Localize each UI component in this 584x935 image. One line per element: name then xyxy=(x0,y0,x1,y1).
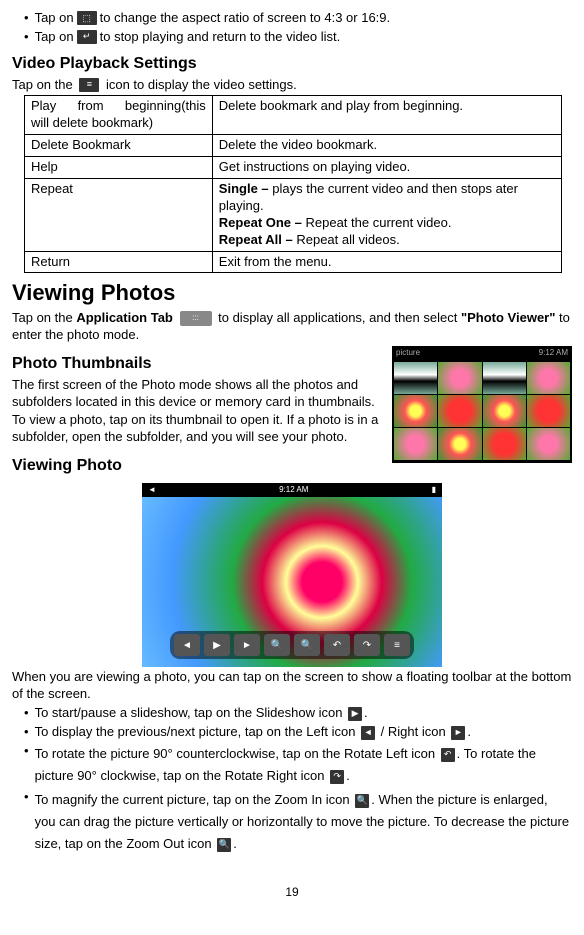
back-icon: ◄ xyxy=(148,485,156,495)
zoom-out-icon: 🔍 xyxy=(294,634,320,656)
table-row: Delete Bookmark Delete the video bookmar… xyxy=(25,135,562,157)
zoom-out-icon: 🔍 xyxy=(217,838,231,852)
menu-icon: ≡ xyxy=(79,78,99,92)
return-icon: ↵ xyxy=(77,30,97,44)
viewing-photo-after: When you are viewing a photo, you can ta… xyxy=(12,669,572,703)
cell-label: Repeat xyxy=(25,179,213,252)
cell-label: Help xyxy=(25,157,213,179)
slideshow-icon: ▶ xyxy=(348,707,362,721)
rotate-right-icon: ↷ xyxy=(354,634,380,656)
right-icon: ► xyxy=(451,726,465,740)
slideshow-icon: ▶ xyxy=(204,634,230,656)
cell-desc: Delete bookmark and play from beginning. xyxy=(212,96,561,135)
bullet-slideshow: • To start/pause a slideshow, tap on the… xyxy=(12,705,572,722)
rotate-left-icon: ↶ xyxy=(324,634,350,656)
next-icon: ► xyxy=(234,634,260,656)
cell-desc: Delete the video bookmark. xyxy=(212,135,561,157)
bullet-return: • Tap on ↵ to stop playing and return to… xyxy=(12,29,572,46)
battery-icon: ▮ xyxy=(432,485,436,495)
photo-time: 9:12 AM xyxy=(279,485,308,495)
bullet-aspect-ratio: • Tap on ⬚ to change the aspect ratio of… xyxy=(12,10,572,27)
menu-toolbar-icon: ≡ xyxy=(384,634,410,656)
cell-desc: Exit from the menu. xyxy=(212,251,561,273)
cell-label: Return xyxy=(25,251,213,273)
cell-label: Play from beginning(this xyxy=(31,98,206,115)
table-row: Play from beginning(thiswill delete book… xyxy=(25,96,562,135)
bullet-text-pre: Tap on xyxy=(35,29,74,46)
thumb-header-title: picture xyxy=(396,348,420,358)
video-settings-heading: Video Playback Settings xyxy=(12,54,572,75)
application-tab-icon: ::: xyxy=(180,311,212,326)
cell-desc: Single – plays the current video and the… xyxy=(212,179,561,252)
aspect-ratio-icon: ⬚ xyxy=(77,11,97,25)
table-row: Repeat Single – plays the current video … xyxy=(25,179,562,252)
left-icon: ◄ xyxy=(361,726,375,740)
viewing-photos-intro: Tap on the Application Tab ::: to displa… xyxy=(12,310,572,344)
rotate-left-icon: ↶ xyxy=(441,748,455,762)
thumbnail-screenshot: picture 9:12 AM xyxy=(392,346,572,463)
bullet-text-post: to stop playing and return to the video … xyxy=(100,29,341,46)
cell-label: Delete Bookmark xyxy=(25,135,213,157)
thumb-header-time: 9:12 AM xyxy=(539,348,568,358)
rotate-right-icon: ↷ xyxy=(330,770,344,784)
table-row: Help Get instructions on playing video. xyxy=(25,157,562,179)
video-settings-intro: Tap on the ≡ icon to display the video s… xyxy=(12,77,572,94)
zoom-in-icon: 🔍 xyxy=(355,794,369,808)
bullet-text-post: to change the aspect ratio of screen to … xyxy=(100,10,391,27)
bullet-rotate: • To rotate the picture 90° counterclock… xyxy=(12,743,572,787)
cell-desc: Get instructions on playing video. xyxy=(212,157,561,179)
table-row: Return Exit from the menu. xyxy=(25,251,562,273)
zoom-in-icon: 🔍 xyxy=(264,634,290,656)
bullet-prev-next: • To display the previous/next picture, … xyxy=(12,724,572,741)
bullet-text-pre: Tap on xyxy=(35,10,74,27)
photo-viewer-screenshot: ◄ 9:12 AM ▮ ◄ ▶ ► 🔍 🔍 ↶ ↷ ≡ xyxy=(142,483,442,667)
viewing-photos-heading: Viewing Photos xyxy=(12,279,572,308)
page-number: 19 xyxy=(12,885,572,901)
photo-toolbar: ◄ ▶ ► 🔍 🔍 ↶ ↷ ≡ xyxy=(170,631,414,659)
bullet-zoom: • To magnify the current picture, tap on… xyxy=(12,789,572,855)
video-settings-table: Play from beginning(thiswill delete book… xyxy=(24,95,562,273)
bullet-marker: • xyxy=(24,29,29,46)
prev-icon: ◄ xyxy=(174,634,200,656)
bullet-marker: • xyxy=(24,10,29,27)
